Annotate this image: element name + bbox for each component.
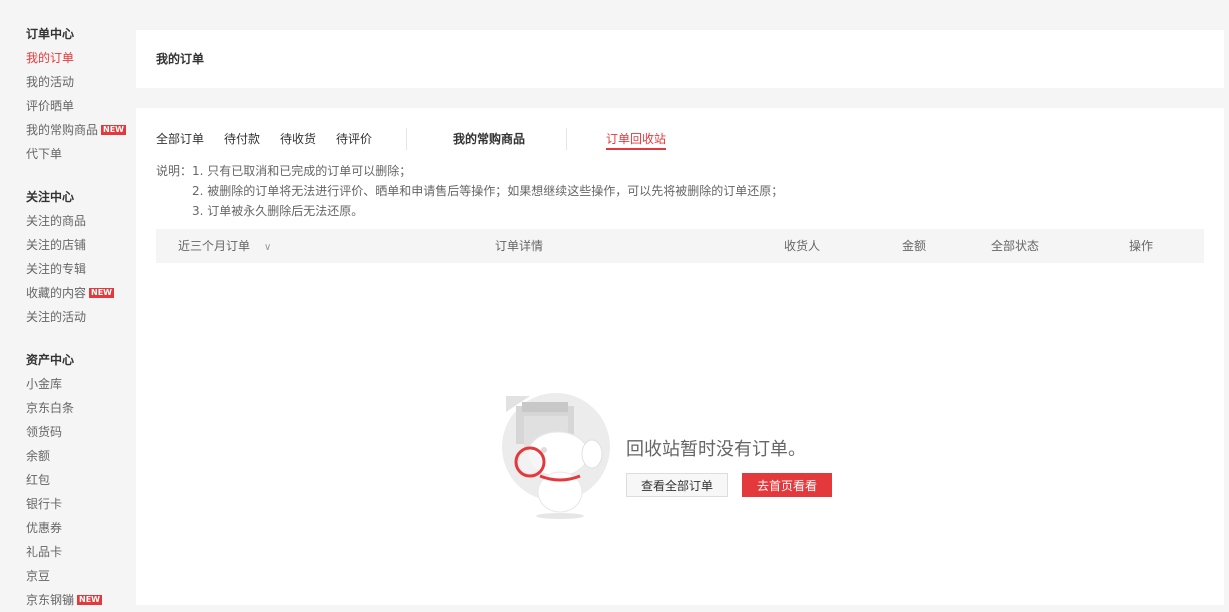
sidebar-item[interactable]: 收藏的内容 NEW <box>26 281 114 305</box>
chevron-down-icon: ∨ <box>264 242 272 253</box>
tab-divider <box>406 128 407 150</box>
sidebar-item[interactable]: 小金库 <box>26 372 102 396</box>
sidebar-item-label: 代下单 <box>26 147 63 161</box>
sidebar-group-title: 订单中心 <box>26 27 75 41</box>
sidebar-item-label: 我的常购商品 <box>26 123 99 137</box>
col-receiver: 收货人 <box>784 239 821 253</box>
sidebar-item[interactable]: 关注的活动 <box>26 305 114 329</box>
sidebar-item-label: 银行卡 <box>26 497 63 511</box>
tab-divider <box>566 128 567 150</box>
tab-to-receive[interactable]: 待收货 <box>280 130 316 147</box>
col-action: 操作 <box>1129 239 1154 253</box>
sidebar-item[interactable]: 京东钢镚 NEW <box>26 588 102 612</box>
empty-recycle-illustration <box>502 393 610 519</box>
sidebar-item[interactable]: 银行卡 <box>26 492 102 516</box>
sidebar-item-label: 优惠券 <box>26 521 63 535</box>
sidebar-group-title: 关注中心 <box>26 190 75 204</box>
tab-to-pay[interactable]: 待付款 <box>224 130 260 147</box>
sidebar-item-label: 余额 <box>26 449 51 463</box>
sidebar-item-label: 我的订单 <box>26 51 75 65</box>
page-header: 我的订单 <box>136 30 1224 88</box>
sidebar-item-label: 礼品卡 <box>26 545 63 559</box>
period-filter[interactable]: 近三个月订单 ∨ <box>178 229 271 265</box>
sidebar-item-label: 关注的店铺 <box>26 238 87 252</box>
sidebar-item[interactable]: 关注的专辑 <box>26 257 114 281</box>
period-filter-label: 近三个月订单 <box>178 239 251 253</box>
page-title: 我的订单 <box>156 52 205 66</box>
new-badge: NEW <box>101 125 126 135</box>
tab-recycle-bin[interactable]: 订单回收站 <box>606 130 667 150</box>
sidebar-item[interactable]: 红包 <box>26 468 102 492</box>
empty-message: 回收站暂时没有订单。 <box>626 439 806 460</box>
sidebar-item-label: 红包 <box>26 473 51 487</box>
col-order-detail: 订单详情 <box>495 239 544 253</box>
order-table-header: 近三个月订单 ∨ 订单详情 收货人 金额 全部状态 操作 <box>156 229 1204 263</box>
sidebar-item[interactable]: 京东白条 <box>26 396 102 420</box>
sidebar-item-label: 京豆 <box>26 569 51 583</box>
sidebar-item[interactable]: 礼品卡 <box>26 540 102 564</box>
sidebar-item[interactable]: 京豆 <box>26 564 102 588</box>
sidebar-item-label: 关注的专辑 <box>26 262 87 276</box>
tab-frequent-products[interactable]: 我的常购商品 <box>453 130 525 147</box>
new-badge: NEW <box>89 288 114 298</box>
sidebar-item-label: 收藏的内容 <box>26 286 87 300</box>
sidebar-item-label: 京东白条 <box>26 401 75 415</box>
sidebar-item[interactable]: 关注的店铺 <box>26 233 114 257</box>
sidebar-item[interactable]: 优惠券 <box>26 516 102 540</box>
notes-prefix: 说明： <box>156 164 193 178</box>
sidebar-item-label: 关注的商品 <box>26 214 87 228</box>
tab-all-orders[interactable]: 全部订单 <box>156 130 204 147</box>
sidebar-item[interactable]: 代下单 <box>26 142 126 166</box>
sidebar-item-label: 京东钢镚 <box>26 593 75 607</box>
order-panel: 全部订单 待付款 待收货 待评价 我的常购商品 订单回收站 说明：1. 只有已取… <box>136 108 1224 605</box>
deletion-notes: 说明：1. 只有已取消和已完成的订单可以删除； 2. 被删除的订单将无法进行评价… <box>156 161 783 221</box>
sidebar-item[interactable]: 领货码 <box>26 420 102 444</box>
sidebar-item-label: 领货码 <box>26 425 63 439</box>
col-amount: 金额 <box>902 239 927 253</box>
sidebar-group: 关注中心关注的商品关注的店铺关注的专辑收藏的内容 NEW 关注的活动 <box>26 185 114 329</box>
sidebar-group: 订单中心我的订单我的活动评价晒单我的常购商品 NEW 代下单 <box>26 22 126 166</box>
new-badge: NEW <box>77 595 102 605</box>
go-home-button[interactable]: 去首页看看 <box>742 473 832 497</box>
sidebar-item-label: 评价晒单 <box>26 99 75 113</box>
sidebar-item[interactable]: 余额 <box>26 444 102 468</box>
sidebar-item[interactable]: 我的常购商品 NEW <box>26 118 126 142</box>
sidebar-item[interactable]: 我的活动 <box>26 70 126 94</box>
sidebar-item[interactable]: 评价晒单 <box>26 94 126 118</box>
sidebar-item[interactable]: 我的订单 <box>26 46 126 70</box>
tab-to-review[interactable]: 待评价 <box>336 130 372 147</box>
note-line-1: 1. 只有已取消和已完成的订单可以删除； <box>192 164 412 178</box>
sidebar: 订单中心 我的订单 我的活动 评价晒单 我的常购商品 NEW 代下单 关注中心 关注的商品 关注的… <box>0 0 136 607</box>
sidebar-item-label: 关注的活动 <box>26 310 87 324</box>
sidebar-group-title: 资产中心 <box>26 353 75 367</box>
note-line-2: 2. 被删除的订单将无法进行评价、晒单和申请售后等操作；如果想继续这些操作，可以… <box>192 184 784 198</box>
note-line-3: 3. 订单被永久删除后无法还原。 <box>192 204 364 218</box>
sidebar-item-label: 小金库 <box>26 377 63 391</box>
sidebar-group: 资产中心小金库京东白条领货码余额红包银行卡优惠券礼品卡京豆京东钢镚 NEW <box>26 348 102 612</box>
sidebar-item[interactable]: 关注的商品 <box>26 209 114 233</box>
view-all-orders-button[interactable]: 查看全部订单 <box>626 473 728 497</box>
status-filter[interactable]: 全部状态 <box>991 229 1039 263</box>
sidebar-item-label: 我的活动 <box>26 75 75 89</box>
